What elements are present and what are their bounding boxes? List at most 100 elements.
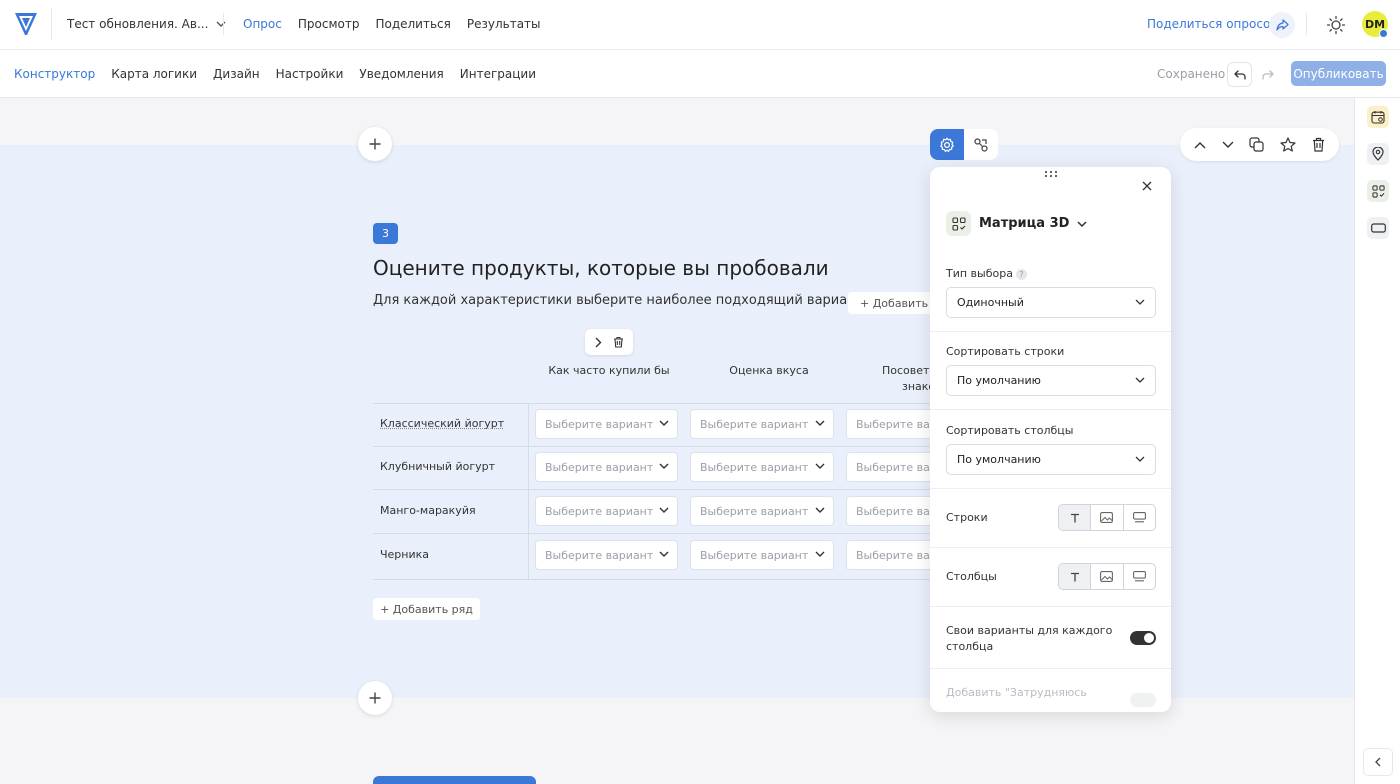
chevron-left-icon (1375, 757, 1381, 767)
copy-icon[interactable] (1249, 137, 1265, 152)
share-survey-link[interactable]: Поделиться опросом (1147, 17, 1279, 31)
sort-cols-select[interactable]: По умолчанию (946, 444, 1156, 475)
matrix-select[interactable]: Выберите вариант (690, 540, 834, 570)
divider (930, 409, 1171, 410)
share-button[interactable] (1269, 12, 1295, 38)
canvas-top (0, 98, 1354, 145)
trash-icon[interactable] (1312, 137, 1325, 152)
column-header[interactable]: Как часто купили бы (540, 364, 678, 377)
trash-icon[interactable] (613, 336, 624, 348)
divider (373, 579, 940, 580)
move-down-icon[interactable] (1222, 141, 1234, 149)
rail-matrix-button[interactable] (1367, 180, 1389, 202)
close-icon[interactable] (1142, 181, 1152, 191)
matrix-select[interactable]: Выберите вариант (690, 409, 834, 439)
text-format-icon[interactable] (1059, 505, 1091, 530)
help-icon[interactable]: ? (1015, 268, 1027, 280)
bottom-action-button[interactable] (373, 776, 536, 784)
matrix-select[interactable]: Выберите вариант (690, 452, 834, 482)
choice-type-select[interactable]: Одиночный (946, 287, 1156, 318)
drag-handle-icon[interactable] (1044, 170, 1058, 178)
add-question-below-button[interactable] (358, 681, 392, 715)
nav-preview[interactable]: Просмотр (298, 17, 360, 31)
sun-icon[interactable] (1326, 15, 1346, 35)
row-label[interactable]: Классический йогурт (380, 417, 504, 430)
sort-rows-select[interactable]: По умолчанию (946, 365, 1156, 396)
row-label[interactable]: Клубничный йогурт (380, 460, 495, 473)
rail-location-button[interactable] (1367, 143, 1389, 165)
gear-icon (940, 137, 954, 152)
tab-notifications[interactable]: Уведомления (359, 67, 443, 81)
chevron-down-icon (1135, 299, 1145, 305)
row-label[interactable]: Черника (380, 548, 429, 561)
matrix-select[interactable]: Выберите вариант (535, 409, 678, 439)
tab-logic-map[interactable]: Карта логики (111, 67, 197, 81)
question-type-label: Матрица 3D (979, 216, 1070, 231)
question-settings-tab[interactable] (930, 129, 964, 160)
image-text-icon[interactable] (1122, 505, 1155, 530)
redo-button[interactable] (1258, 62, 1278, 87)
divider (223, 13, 224, 35)
image-icon[interactable] (1090, 505, 1122, 530)
question-logic-tab[interactable] (964, 129, 998, 160)
rail-input-button[interactable] (1367, 217, 1389, 239)
divider (373, 489, 940, 490)
star-icon[interactable] (1280, 137, 1296, 152)
rows-view-toggle (1058, 504, 1156, 531)
tab-constructor[interactable]: Конструктор (14, 67, 95, 81)
tab-integrations[interactable]: Интеграции (460, 67, 536, 81)
rail-calendar-button[interactable] (1367, 106, 1389, 128)
app-logo-icon[interactable] (12, 10, 40, 38)
add-row-button[interactable]: + Добавить ряд (373, 598, 480, 620)
nav-results[interactable]: Результаты (467, 17, 541, 31)
matrix-select[interactable]: Выберите вар (846, 540, 936, 570)
own-options-toggle[interactable] (1130, 631, 1156, 645)
survey-title: Тест обновления. Ав... (67, 17, 209, 31)
matrix-select[interactable]: Выберите вар (846, 496, 936, 526)
nav-survey[interactable]: Опрос (243, 17, 282, 31)
add-column-button[interactable]: + Добавить с (848, 292, 938, 314)
row-label[interactable]: Манго-маракуйя (380, 504, 476, 517)
chevron-down-icon (815, 420, 825, 426)
divider (930, 668, 1171, 669)
tab-settings[interactable]: Настройки (276, 67, 344, 81)
matrix-select[interactable]: Выберите вар (846, 452, 936, 482)
chevron-down-icon (1135, 377, 1145, 383)
publish-button[interactable]: Опубликовать (1291, 61, 1386, 86)
survey-title-dropdown[interactable]: Тест обновления. Ав... (67, 17, 226, 31)
image-icon[interactable] (1090, 564, 1122, 589)
tab-design[interactable]: Дизайн (213, 67, 260, 81)
add-question-above-button[interactable] (358, 127, 392, 161)
chevron-down-icon (815, 551, 825, 557)
chevron-right-icon[interactable] (594, 337, 602, 348)
image-text-icon[interactable] (1122, 564, 1155, 589)
logic-branch-icon (974, 137, 988, 152)
own-options-label: Свои варианты для каждого столбца (946, 624, 1113, 653)
question-type-dropdown[interactable]: Матрица 3D (946, 211, 1087, 236)
location-pin-icon (1372, 147, 1384, 161)
nav-share[interactable]: Поделиться (375, 17, 450, 31)
right-rail (1354, 98, 1400, 784)
matrix-select[interactable]: Выберите вариант (535, 496, 678, 526)
divider (930, 606, 1171, 607)
saved-status: Сохранено (1157, 67, 1226, 81)
matrix-select[interactable]: Выберите вариант (690, 496, 834, 526)
matrix-select[interactable]: Выберите вар (846, 409, 936, 439)
question-settings-panel: Матрица 3D Тип выбора? Одиночный Сортиро… (930, 167, 1171, 712)
calendar-icon (1371, 111, 1385, 124)
column-header[interactable]: Оценка вкуса (700, 364, 838, 377)
matrix-select[interactable]: Выберите вариант (535, 540, 678, 570)
question-description[interactable]: Для каждой характеристики выберите наибо… (373, 293, 867, 308)
difficult-option-label: Добавить "Затрудняюсь (946, 686, 1087, 699)
undo-button[interactable] (1227, 62, 1252, 87)
question-title[interactable]: Оцените продукты, которые вы пробовали (373, 256, 829, 280)
difficult-option-toggle[interactable] (1130, 693, 1156, 707)
chevron-down-icon (659, 463, 669, 469)
rows-view-label: Строки (946, 511, 988, 524)
plus-icon (369, 692, 381, 704)
matrix-select[interactable]: Выберите вариант (535, 452, 678, 482)
move-up-icon[interactable] (1194, 141, 1206, 149)
cols-view-toggle (1058, 563, 1156, 590)
text-format-icon[interactable] (1059, 564, 1091, 589)
collapse-rail-button[interactable] (1363, 748, 1393, 776)
